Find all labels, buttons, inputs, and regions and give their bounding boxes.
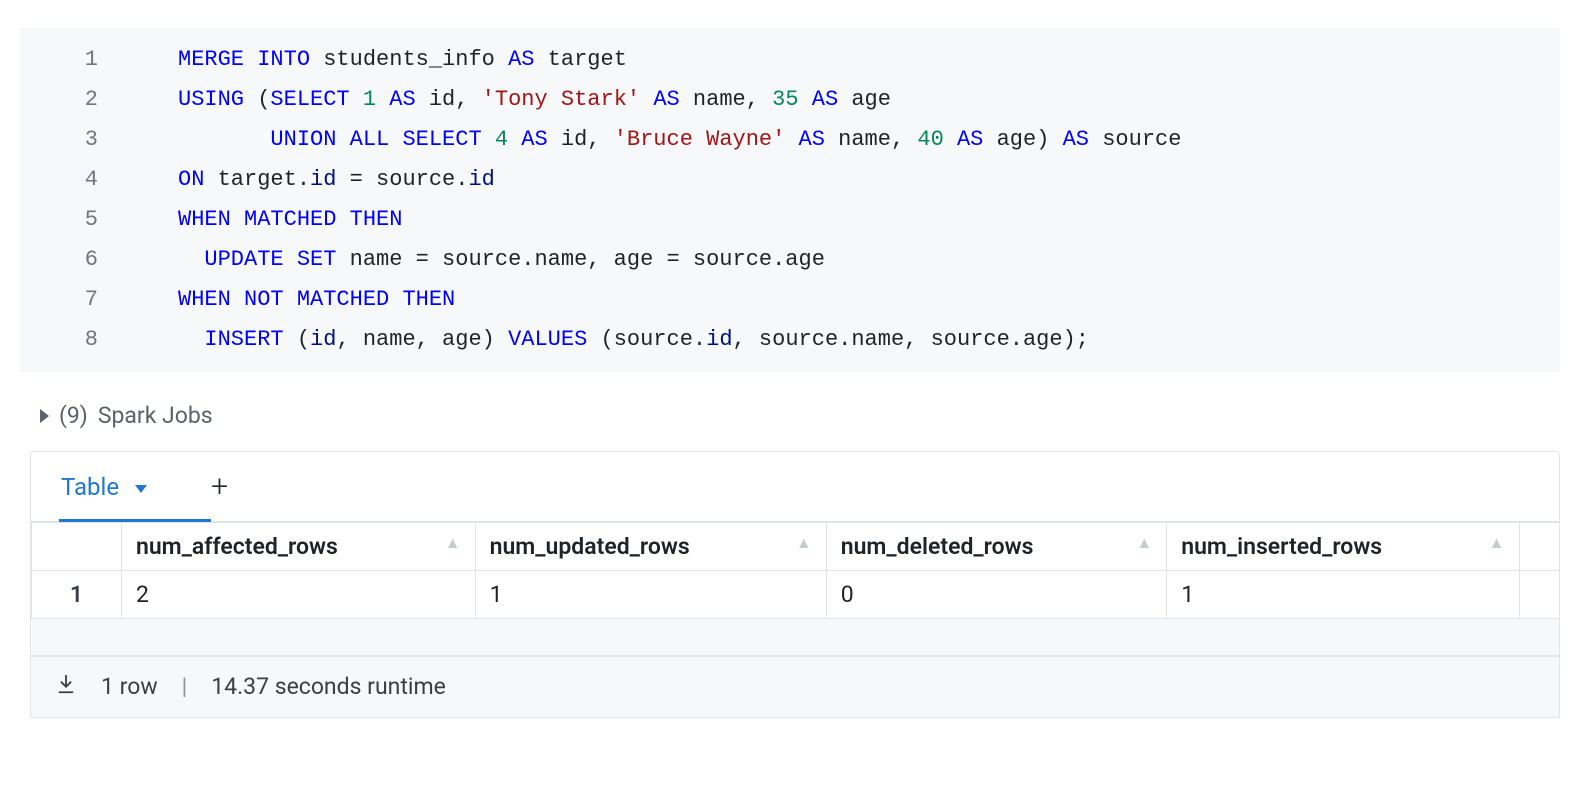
line-number: 5: [20, 200, 138, 240]
table-cell-trailing: [1519, 571, 1559, 619]
line-number: 2: [20, 80, 138, 120]
sort-icon[interactable]: ▲: [445, 533, 461, 553]
plus-icon: +: [211, 469, 228, 504]
spark-jobs-toggle[interactable]: (9) Spark Jobs: [40, 402, 1560, 429]
code-content[interactable]: INSERT (id, name, age) VALUES (source.id…: [138, 320, 1560, 360]
code-line[interactable]: 2USING (SELECT 1 AS id, 'Tony Stark' AS …: [20, 80, 1560, 120]
table-corner: [32, 523, 122, 571]
col-num_updated_rows[interactable]: num_updated_rows▲: [475, 523, 826, 571]
code-content[interactable]: ON target.id = source.id: [138, 160, 1560, 200]
code-content[interactable]: WHEN NOT MATCHED THEN: [138, 280, 1560, 320]
sort-icon[interactable]: ▲: [1489, 533, 1505, 553]
table-cell[interactable]: 0: [826, 571, 1167, 619]
table-row[interactable]: 12101: [32, 571, 1560, 619]
code-line[interactable]: 8 INSERT (id, name, age) VALUES (source.…: [20, 320, 1560, 360]
code-line[interactable]: 7WHEN NOT MATCHED THEN: [20, 280, 1560, 320]
status-separator: |: [182, 673, 188, 700]
add-tab-button[interactable]: +: [211, 469, 228, 504]
line-number: 7: [20, 280, 138, 320]
table-cell[interactable]: 1: [475, 571, 826, 619]
line-number: 3: [20, 120, 138, 160]
code-content[interactable]: UPDATE SET name = source.name, age = sou…: [138, 240, 1560, 280]
spark-jobs-count: (9): [59, 402, 88, 429]
sort-icon[interactable]: ▲: [796, 533, 812, 553]
col-num_deleted_rows[interactable]: num_deleted_rows▲: [826, 523, 1167, 571]
tab-bar: Table +: [31, 452, 1559, 522]
code-cell[interactable]: 1MERGE INTO students_info AS target2USIN…: [20, 28, 1560, 372]
code-line[interactable]: 4ON target.id = source.id: [20, 160, 1560, 200]
line-number: 6: [20, 240, 138, 280]
spark-jobs-label: Spark Jobs: [98, 402, 213, 429]
chevron-right-icon: [40, 409, 49, 423]
code-content[interactable]: UNION ALL SELECT 4 AS id, 'Bruce Wayne' …: [138, 120, 1560, 160]
col-num_affected_rows[interactable]: num_affected_rows▲: [122, 523, 476, 571]
code-content[interactable]: WHEN MATCHED THEN: [138, 200, 1560, 240]
line-number: 4: [20, 160, 138, 200]
code-content[interactable]: MERGE INTO students_info AS target: [138, 40, 1560, 80]
code-content[interactable]: USING (SELECT 1 AS id, 'Tony Stark' AS n…: [138, 80, 1560, 120]
table-cell[interactable]: 1: [1167, 571, 1519, 619]
download-icon[interactable]: [55, 673, 77, 701]
line-number: 1: [20, 40, 138, 80]
code-line[interactable]: 1MERGE INTO students_info AS target: [20, 40, 1560, 80]
code-line[interactable]: 6 UPDATE SET name = source.name, age = s…: [20, 240, 1560, 280]
status-row-count: 1 row: [101, 673, 158, 700]
line-number: 8: [20, 320, 138, 360]
code-line[interactable]: 5WHEN MATCHED THEN: [20, 200, 1560, 240]
status-runtime: 14.37 seconds runtime: [211, 673, 446, 700]
col-trailing: [1519, 523, 1559, 571]
sort-icon[interactable]: ▲: [1136, 533, 1152, 553]
tab-table[interactable]: Table: [61, 452, 147, 521]
table-header-row: num_affected_rows▲ num_updated_rows▲ num…: [32, 523, 1560, 571]
table-cell[interactable]: 2: [122, 571, 476, 619]
chevron-down-icon[interactable]: [135, 485, 147, 493]
result-panel: Table + num_affected_rows▲ num_updated_r…: [30, 451, 1560, 656]
tab-label: Table: [61, 473, 119, 501]
status-bar: 1 row | 14.37 seconds runtime: [30, 656, 1560, 718]
col-num_inserted_rows[interactable]: num_inserted_rows▲: [1167, 523, 1519, 571]
result-table: num_affected_rows▲ num_updated_rows▲ num…: [31, 522, 1559, 655]
code-line[interactable]: 3 UNION ALL SELECT 4 AS id, 'Bruce Wayne…: [20, 120, 1560, 160]
row-number: 1: [32, 571, 122, 619]
